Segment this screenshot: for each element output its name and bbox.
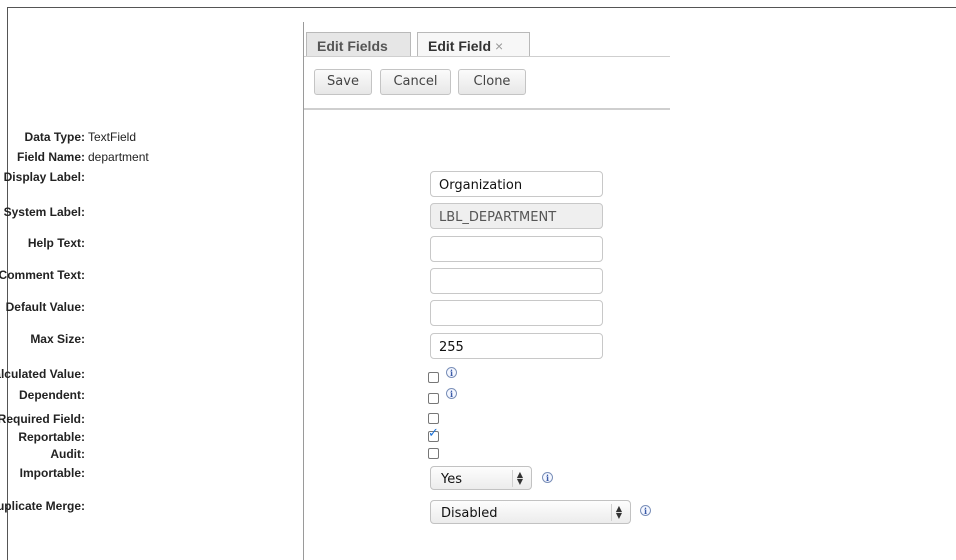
max-size-label: Max Size: bbox=[30, 332, 85, 346]
clone-button[interactable]: Clone bbox=[458, 69, 526, 95]
info-icon[interactable]: i bbox=[542, 472, 553, 483]
checkmark-icon: ✓ bbox=[428, 426, 439, 441]
display-label-label: Display Label: bbox=[3, 170, 85, 184]
field-name-value: department bbox=[88, 150, 149, 164]
data-type-value: TextField bbox=[88, 130, 137, 144]
duplicate-merge-select[interactable]: Disabled ▲ ▼ bbox=[430, 500, 631, 524]
system-label-input: LBL_DEPARTMENT bbox=[430, 203, 603, 229]
reportable-label: Reportable: bbox=[18, 430, 85, 444]
select-arrows-icon: ▲ ▼ bbox=[512, 470, 527, 487]
dependent-label: Dependent: bbox=[19, 388, 85, 402]
importable-select[interactable]: Yes ▲ ▼ bbox=[430, 466, 532, 490]
cancel-button[interactable]: Cancel bbox=[380, 69, 451, 95]
reportable-checkbox[interactable]: ✓ bbox=[428, 426, 439, 442]
tab-edit-fields[interactable]: Edit Fields bbox=[306, 32, 411, 56]
required-field-checkbox[interactable] bbox=[428, 413, 439, 424]
default-value-input[interactable] bbox=[430, 300, 603, 326]
info-icon[interactable]: i bbox=[446, 367, 457, 378]
duplicate-merge-select-value: Disabled bbox=[441, 506, 498, 521]
comment-text-label: Comment Text: bbox=[0, 268, 85, 282]
select-arrows-icon: ▲ ▼ bbox=[611, 504, 626, 521]
calculated-value-label: Calculated Value: bbox=[0, 367, 85, 381]
info-icon[interactable]: i bbox=[446, 388, 457, 399]
save-button[interactable]: Save bbox=[314, 69, 372, 95]
tab-edit-field[interactable]: Edit Field × bbox=[417, 32, 530, 56]
default-value-label: Default Value: bbox=[5, 300, 85, 314]
audit-checkbox[interactable] bbox=[428, 448, 439, 459]
required-field-label: Required Field: bbox=[0, 412, 85, 426]
importable-select-value: Yes bbox=[441, 472, 462, 487]
tab-label: Edit Field bbox=[428, 38, 491, 54]
system-label-label: System Label: bbox=[3, 205, 85, 219]
calculated-value-checkbox[interactable] bbox=[428, 372, 439, 383]
toolbar-divider bbox=[304, 108, 670, 110]
help-text-label: Help Text: bbox=[27, 236, 85, 250]
audit-label: Audit: bbox=[50, 447, 85, 461]
importable-label: Importable: bbox=[19, 466, 85, 480]
tab-label: Edit Fields bbox=[317, 38, 388, 54]
help-text-input[interactable] bbox=[430, 236, 603, 262]
field-name-label: Field Name: bbox=[16, 150, 85, 164]
display-label-input[interactable]: Organization bbox=[430, 171, 603, 197]
comment-text-input[interactable] bbox=[430, 268, 603, 294]
dependent-checkbox[interactable] bbox=[428, 393, 439, 404]
duplicate-merge-label: Duplicate Merge: bbox=[0, 499, 85, 513]
max-size-input[interactable]: 255 bbox=[430, 333, 603, 359]
tab-divider bbox=[304, 56, 670, 57]
data-type-label: Data Type: bbox=[24, 130, 85, 144]
close-icon[interactable]: × bbox=[495, 38, 503, 54]
info-icon[interactable]: i bbox=[640, 505, 651, 516]
